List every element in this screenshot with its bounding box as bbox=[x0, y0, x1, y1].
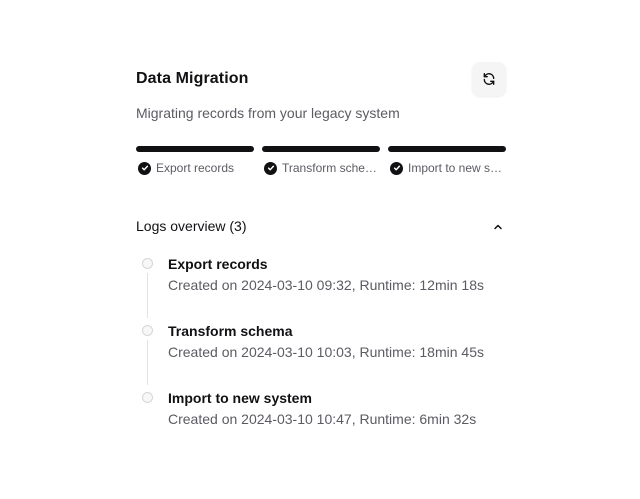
progress-steps: Export records Transform schema Import t… bbox=[136, 146, 506, 175]
log-meta: Created on 2024-03-10 09:32, Runtime: 12… bbox=[168, 277, 484, 293]
refresh-icon bbox=[483, 73, 495, 85]
log-title: Export records bbox=[168, 256, 268, 272]
card-title: Data Migration bbox=[136, 70, 249, 87]
step-label: Transform schema bbox=[262, 161, 380, 175]
card-subtitle: Migrating records from your legacy syste… bbox=[136, 105, 400, 121]
check-circle-icon bbox=[264, 161, 277, 175]
step-progress-bar bbox=[262, 146, 380, 152]
log-entry: Transform schema Created on 2024-03-10 1… bbox=[136, 321, 506, 388]
step-export-records: Export records bbox=[136, 146, 254, 175]
step-label-text: Import to new system bbox=[408, 161, 506, 175]
log-title: Transform schema bbox=[168, 323, 293, 339]
timeline-connector bbox=[147, 273, 148, 318]
collapse-logs-button[interactable] bbox=[490, 219, 506, 235]
logs-overview-header[interactable]: Logs overview (3) bbox=[136, 217, 506, 239]
log-entry: Export records Created on 2024-03-10 09:… bbox=[136, 254, 506, 321]
step-label: Import to new system bbox=[388, 161, 506, 175]
logs-timeline: Export records Created on 2024-03-10 09:… bbox=[136, 254, 506, 455]
chevron-up-icon bbox=[494, 224, 502, 230]
card-header: Data Migration bbox=[136, 62, 506, 98]
migration-card: Data Migration Migrating records from yo… bbox=[136, 62, 506, 427]
step-label-text: Transform schema bbox=[282, 161, 380, 175]
step-label: Export records bbox=[136, 161, 254, 175]
check-circle-icon bbox=[390, 161, 403, 175]
log-meta: Created on 2024-03-10 10:47, Runtime: 6m… bbox=[168, 411, 477, 427]
step-label-text: Export records bbox=[156, 161, 235, 175]
log-meta: Created on 2024-03-10 10:03, Runtime: 18… bbox=[168, 344, 484, 360]
step-progress-bar bbox=[388, 146, 506, 152]
log-entry: Import to new system Created on 2024-03-… bbox=[136, 388, 506, 455]
step-transform-schema: Transform schema bbox=[262, 146, 380, 175]
step-progress-bar bbox=[136, 146, 254, 152]
step-import-new-system: Import to new system bbox=[388, 146, 506, 175]
check-circle-icon bbox=[138, 161, 151, 175]
timeline-dot bbox=[142, 392, 153, 403]
refresh-button[interactable] bbox=[472, 62, 506, 96]
log-title: Import to new system bbox=[168, 390, 312, 406]
timeline-dot bbox=[142, 258, 153, 269]
logs-overview-title: Logs overview (3) bbox=[136, 218, 247, 234]
timeline-connector bbox=[147, 340, 148, 385]
timeline-dot bbox=[142, 325, 153, 336]
